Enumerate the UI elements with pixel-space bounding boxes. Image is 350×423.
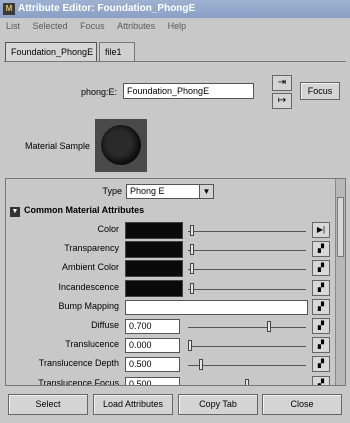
menu-attributes[interactable]: Attributes [111, 18, 159, 31]
material-sample-swatch[interactable] [95, 119, 147, 172]
map-button-icon[interactable]: ▞ [312, 279, 330, 296]
attribute-row: Incandescence ▞ [6, 279, 336, 298]
attribute-label: Diffuse [91, 320, 119, 330]
output-connection-icon[interactable]: ↦ [272, 93, 292, 109]
bump-mapping-field[interactable] [125, 299, 308, 315]
select-button[interactable]: Select [8, 394, 88, 415]
menu-list[interactable]: List [0, 18, 24, 31]
tab-file1[interactable]: file1 [99, 42, 135, 62]
color-swatch[interactable] [125, 260, 183, 278]
section-title: Common Material Attributes [24, 205, 145, 215]
node-name-field[interactable]: Foundation_PhongE [123, 83, 254, 99]
attribute-row: Diffuse 0.700 ▞ [6, 317, 336, 336]
map-button-icon[interactable]: ▞ [312, 337, 330, 354]
attribute-label: Incandescence [58, 281, 119, 292]
attribute-value-field[interactable]: 0.500 [125, 357, 180, 373]
menu-selected[interactable]: Selected [27, 18, 72, 31]
slider-track[interactable] [188, 346, 306, 348]
map-button-icon[interactable]: ▞ [312, 356, 330, 373]
slider-track[interactable] [188, 269, 306, 271]
attribute-label: Color [97, 224, 119, 234]
bottom-button-bar: Select Load Attributes Copy Tab Close [0, 392, 350, 418]
color-swatch[interactable] [125, 279, 183, 297]
common-material-attributes-section[interactable]: ▼ Common Material Attributes [10, 205, 335, 218]
map-button-icon[interactable]: ▞ [312, 375, 330, 385]
attribute-row: Bump Mapping ▞ [6, 298, 336, 317]
close-button[interactable]: Close [262, 394, 342, 415]
menu-focus[interactable]: Focus [74, 18, 109, 31]
attribute-label: Transparency [64, 243, 119, 254]
attribute-row: Ambient Color ▞ [6, 259, 336, 278]
color-swatch[interactable] [125, 241, 183, 259]
slider-knob[interactable] [190, 244, 195, 256]
chevron-down-icon: ▼ [199, 185, 213, 198]
attribute-value-field[interactable]: 0.500 [125, 376, 180, 385]
attribute-row: Transparency ▞ [6, 240, 336, 259]
attribute-row: Translucence Focus 0.500 ▞ [6, 375, 336, 386]
slider-track[interactable] [188, 327, 306, 328]
attribute-label: Translucence [65, 339, 119, 350]
map-arrow-icon[interactable]: ▶| [312, 222, 330, 238]
slider-track[interactable] [188, 231, 306, 232]
attribute-editor-window: M Attribute Editor: Foundation_PhongE Li… [0, 0, 350, 423]
input-connection-icon[interactable]: ⇥ [272, 75, 292, 91]
focus-button[interactable]: Focus [300, 82, 340, 100]
type-dropdown-value: Phong E [130, 186, 165, 196]
map-button-icon[interactable]: ▞ [312, 241, 330, 258]
title-bar: M Attribute Editor: Foundation_PhongE [0, 0, 350, 18]
slider-knob[interactable] [188, 340, 192, 352]
type-dropdown[interactable]: Phong E ▼ [126, 184, 214, 199]
slider-track[interactable] [188, 288, 306, 290]
tab-divider [4, 61, 346, 62]
map-button-icon[interactable]: ▞ [312, 298, 330, 315]
tab-foundation-phonge[interactable]: Foundation_PhongE [5, 42, 97, 62]
slider-knob[interactable] [190, 225, 195, 236]
slider-track[interactable] [188, 365, 306, 367]
menu-bar: List Selected Focus Attributes Help [0, 18, 350, 35]
attribute-value-field[interactable]: 0.000 [125, 338, 180, 354]
material-preview-sphere [101, 125, 141, 165]
slider-knob[interactable] [244, 378, 249, 385]
slider-knob[interactable] [190, 282, 195, 294]
slider-knob[interactable] [267, 321, 272, 332]
attribute-row: Translucence Depth 0.500 ▞ [6, 355, 336, 374]
type-label: Type [102, 186, 122, 196]
load-attributes-button[interactable]: Load Attributes [93, 394, 173, 415]
slider-knob[interactable] [190, 263, 195, 275]
attribute-value-field[interactable]: 0.700 [125, 319, 180, 334]
attribute-panel: Type Phong E ▼ ▼ Common Material Attribut… [5, 178, 346, 386]
menu-help[interactable]: Help [162, 18, 191, 31]
map-button-icon[interactable]: ▞ [312, 318, 330, 334]
attribute-row: Translucence 0.000 ▞ [6, 336, 336, 355]
maya-icon[interactable]: M [3, 3, 15, 15]
vertical-scrollbar[interactable] [335, 179, 345, 385]
copy-tab-button[interactable]: Copy Tab [178, 394, 258, 415]
material-sample-label: Material Sample [24, 141, 90, 151]
attribute-label: Bump Mapping [58, 300, 119, 311]
color-swatch[interactable] [125, 222, 183, 239]
slider-knob[interactable] [199, 359, 204, 371]
attribute-label: Translucence Focus [38, 377, 119, 386]
attribute-row: Color ▶| [6, 221, 336, 240]
map-button-icon[interactable]: ▞ [312, 260, 330, 277]
slider-track[interactable] [188, 250, 306, 252]
collapse-arrow-icon[interactable]: ▼ [10, 207, 20, 217]
attribute-label: Translucence Depth [38, 358, 119, 369]
scrollbar-thumb[interactable] [337, 197, 344, 257]
node-name-label: phong:E: [80, 87, 117, 97]
window-title: Attribute Editor: Foundation_PhongE [18, 3, 196, 14]
attribute-label: Ambient Color [61, 262, 119, 273]
